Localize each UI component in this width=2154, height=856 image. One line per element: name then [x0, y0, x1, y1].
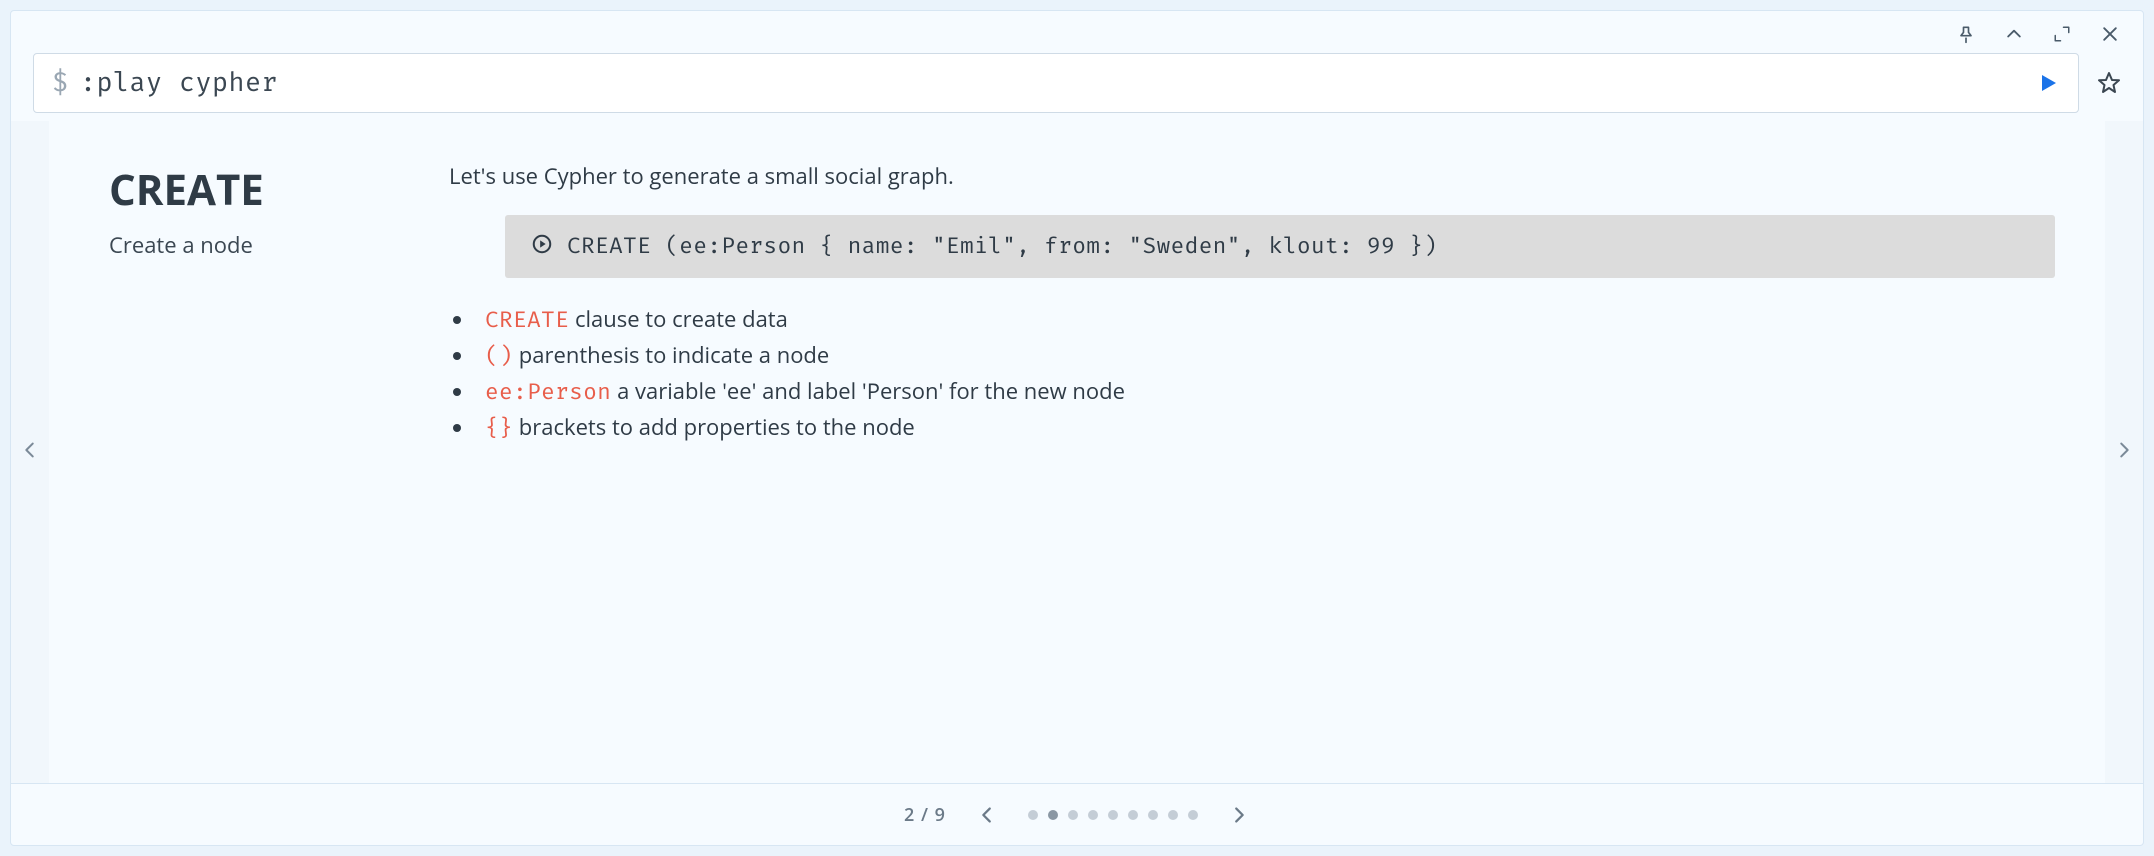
page-next-button[interactable]: [1228, 804, 1250, 826]
prompt-symbol: $: [52, 67, 68, 99]
result-frame: $ :play cypher CREATE Create a node Let'…: [10, 10, 2144, 846]
code-inline: (): [485, 343, 513, 370]
page-indicator: 2 / 9: [904, 803, 946, 827]
pin-icon[interactable]: [1955, 23, 1977, 45]
page-dot[interactable]: [1028, 810, 1038, 820]
slide-panel: CREATE Create a node Let's use Cypher to…: [49, 121, 2105, 783]
list-item: {} brackets to add properties to the nod…: [475, 410, 2055, 446]
page-dot[interactable]: [1188, 810, 1198, 820]
explain-list: CREATE clause to create data () parenthe…: [449, 302, 2055, 446]
code-block[interactable]: CREATE (ee:Person { name: "Emil", from: …: [505, 215, 2055, 278]
pagination-footer: 2 / 9: [11, 783, 2143, 845]
command-row: $ :play cypher: [11, 45, 2143, 121]
slide-intro: Let's use Cypher to generate a small soc…: [449, 161, 2055, 191]
code-inline: ee:Person: [485, 379, 611, 406]
command-text: :play cypher: [80, 67, 278, 99]
page-dot[interactable]: [1048, 810, 1058, 820]
page-dot[interactable]: [1108, 810, 1118, 820]
page-dot[interactable]: [1128, 810, 1138, 820]
code-inline: {}: [485, 415, 513, 442]
slide-next-side[interactable]: [2105, 121, 2143, 783]
list-text: parenthesis to indicate a node: [513, 340, 829, 370]
page-dot[interactable]: [1088, 810, 1098, 820]
chevron-right-icon: [2113, 439, 2135, 466]
code-inline: CREATE: [485, 307, 569, 334]
favorite-icon[interactable]: [2097, 71, 2121, 95]
list-item: () parenthesis to indicate a node: [475, 338, 2055, 374]
command-input[interactable]: $ :play cypher: [33, 53, 2079, 113]
page-prev-button[interactable]: [976, 804, 998, 826]
list-item: ee:Person a variable 'ee' and label 'Per…: [475, 374, 2055, 410]
list-text: brackets to add properties to the node: [513, 412, 915, 442]
content-area: CREATE Create a node Let's use Cypher to…: [11, 121, 2143, 783]
expand-icon[interactable]: [2051, 23, 2073, 45]
code-text: CREATE (ee:Person { name: "Emil", from: …: [567, 233, 1437, 260]
slide-body-col: Let's use Cypher to generate a small soc…: [449, 161, 2055, 763]
chevron-left-icon: [19, 439, 41, 466]
slide-title: CREATE: [109, 161, 429, 218]
frame-controls: [11, 11, 2143, 45]
run-button[interactable]: [2036, 71, 2060, 95]
list-text: clause to create data: [569, 304, 788, 334]
slide-prev-side[interactable]: [11, 121, 49, 783]
list-text: a variable 'ee' and label 'Person' for t…: [611, 376, 1125, 406]
play-circle-icon: [531, 233, 553, 260]
close-icon[interactable]: [2099, 23, 2121, 45]
page-dots: [1028, 810, 1198, 820]
slide-heading-col: CREATE Create a node: [109, 161, 449, 763]
page-dot[interactable]: [1068, 810, 1078, 820]
list-item: CREATE clause to create data: [475, 302, 2055, 338]
page-dot[interactable]: [1168, 810, 1178, 820]
slide-subtitle: Create a node: [109, 230, 429, 260]
collapse-icon[interactable]: [2003, 23, 2025, 45]
page-dot[interactable]: [1148, 810, 1158, 820]
